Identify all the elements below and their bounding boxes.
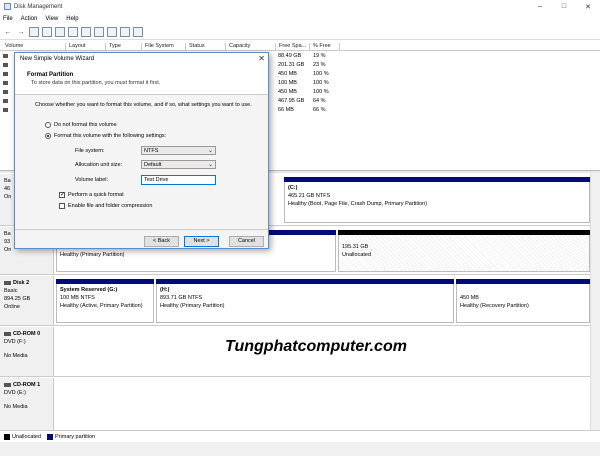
disk-management-icon — [4, 3, 11, 10]
list-view-icon[interactable] — [68, 27, 78, 37]
volume-icon — [3, 81, 8, 85]
cdrom-0-label[interactable]: CD-ROM 0 DVD (F:) No Media — [0, 327, 54, 376]
file-system-select[interactable]: NTFS ⌄ — [141, 146, 216, 155]
new-simple-volume-wizard: New Simple Volume Wizard ✕ Format Partit… — [14, 52, 269, 249]
help-icon[interactable] — [55, 27, 65, 37]
col-volume[interactable]: Volume — [2, 43, 66, 51]
partition-recovery[interactable]: 450 MB Healthy (Recovery Partition) — [456, 279, 590, 323]
allocation-unit-label: Allocation unit size: — [75, 162, 123, 168]
watermark: Tungphatcomputer.com — [225, 338, 407, 355]
cdrom-1-label[interactable]: CD-ROM 1 DVD (E:) No Media — [0, 378, 54, 430]
volume-icon — [3, 63, 8, 67]
minimize-button[interactable]: – — [528, 0, 552, 13]
radio-format-label: Format this volume with the following se… — [54, 133, 167, 139]
properties-icon[interactable] — [42, 27, 52, 37]
compression-checkbox[interactable] — [59, 203, 65, 209]
window-title: Disk Management — [14, 3, 63, 10]
col-layout[interactable]: Layout — [66, 43, 106, 51]
disk-2-label[interactable]: Disk 2 Basic 894.25 GB Online — [0, 276, 54, 325]
partition-unallocated[interactable]: 195.31 GB Unallocated — [338, 230, 590, 272]
cancel-button[interactable]: Cancel — [229, 236, 264, 247]
radio-no-format[interactable] — [45, 122, 51, 128]
col-status[interactable]: Status — [186, 43, 226, 51]
volume-icon — [3, 54, 8, 58]
volume-label-input[interactable]: Test Drive — [141, 175, 216, 185]
refresh-icon[interactable] — [81, 27, 91, 37]
cdrom-icon — [4, 382, 11, 387]
dialog-separator — [15, 229, 268, 230]
unallocated-swatch — [4, 433, 10, 440]
file-system-label: File system: — [75, 148, 105, 154]
radio-no-format-label: Do not format this volume — [54, 122, 117, 128]
col-percent-free[interactable]: % Free — [310, 43, 340, 51]
toolbar: ← → — [0, 25, 600, 40]
chevron-down-icon: ⌄ — [207, 148, 213, 154]
menu-help[interactable]: Help — [66, 16, 78, 22]
back-arrow-icon[interactable]: ← — [3, 27, 13, 37]
menu-file[interactable]: File — [3, 16, 13, 22]
maximize-button[interactable]: □ — [552, 0, 576, 13]
radio-format[interactable] — [45, 133, 51, 139]
dialog-close-icon[interactable]: ✕ — [258, 54, 265, 63]
volume-label-label: Volume label: — [75, 177, 109, 183]
check-icon[interactable] — [120, 27, 130, 37]
view-icon[interactable] — [133, 27, 143, 37]
settings-icon[interactable] — [107, 27, 117, 37]
volume-icon — [3, 99, 8, 103]
disk-icon — [4, 280, 11, 285]
col-free-space[interactable]: Free Spa... — [276, 43, 310, 51]
dialog-title: New Simple Volume Wizard — [15, 53, 268, 65]
col-capacity[interactable]: Capacity — [226, 43, 276, 51]
chevron-down-icon: ⌄ — [207, 162, 213, 168]
status-bar — [0, 442, 600, 456]
close-button[interactable]: ✕ — [576, 0, 600, 13]
title-bar: Disk Management — [0, 0, 600, 13]
volume-icon — [3, 72, 8, 76]
cdrom-1-row: CD-ROM 1 DVD (E:) No Media — [0, 378, 590, 430]
console-tree-icon[interactable] — [29, 27, 39, 37]
window-controls: – □ ✕ — [528, 0, 600, 13]
partition-system-reserved[interactable]: System Reserved (G:) 100 MB NTFS Healthy… — [56, 279, 154, 323]
drive-icon[interactable] — [94, 27, 104, 37]
allocation-unit-select[interactable]: Default ⌄ — [141, 160, 216, 169]
volume-icon — [3, 108, 8, 112]
partition-h[interactable]: (H:) 893.71 GB NTFS Healthy (Primary Par… — [156, 279, 454, 323]
compression-label: Enable file and folder compression — [68, 203, 153, 209]
primary-partition-swatch — [47, 433, 54, 440]
dialog-header: Format Partition To store data on this p… — [15, 65, 268, 95]
legend: Unallocated Primary partition — [0, 430, 600, 442]
col-type[interactable]: Type — [106, 43, 142, 51]
dialog-heading: Format Partition — [27, 72, 74, 78]
volume-icon — [3, 90, 8, 94]
vertical-scrollbar[interactable] — [590, 173, 600, 430]
menu-view[interactable]: View — [45, 16, 58, 22]
partition-c[interactable]: (C:) 465.21 GB NTFS Healthy (Boot, Page … — [284, 177, 590, 223]
dialog-subheading: To store data on this partition, you mus… — [31, 80, 161, 86]
quick-format-label: Perform a quick format — [68, 192, 124, 198]
back-button[interactable]: < Back — [144, 236, 179, 247]
quick-format-checkbox[interactable]: ✓ — [59, 192, 65, 198]
volume-list-header: Volume Layout Type File System Status Ca… — [0, 42, 600, 51]
disk-2-row: Disk 2 Basic 894.25 GB Online System Res… — [0, 276, 590, 326]
next-button[interactable]: Next > — [184, 236, 219, 247]
menu-action[interactable]: Action — [21, 16, 38, 22]
col-file-system[interactable]: File System — [142, 43, 186, 51]
forward-arrow-icon[interactable]: → — [16, 27, 26, 37]
cdrom-icon — [4, 331, 11, 336]
menu-bar: File Action View Help — [0, 13, 600, 25]
format-prompt: Choose whether you want to format this v… — [35, 102, 252, 108]
